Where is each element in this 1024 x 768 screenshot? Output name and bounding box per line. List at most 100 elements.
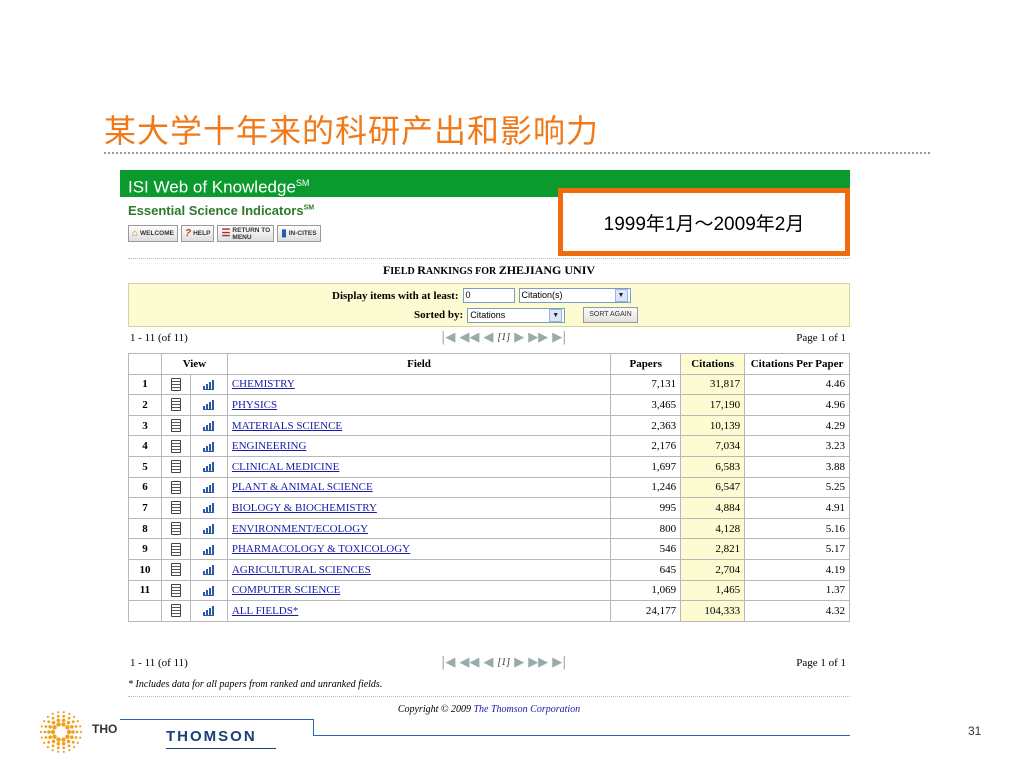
view-chart-cell[interactable] <box>189 435 228 457</box>
view-chart-cell[interactable] <box>189 394 228 416</box>
document-icon[interactable] <box>170 522 181 536</box>
view-document-cell[interactable] <box>160 497 191 519</box>
view-chart-cell[interactable] <box>189 579 228 602</box>
prev-page-icon[interactable]: ◀ <box>483 655 493 670</box>
field-link[interactable]: PHARMACOLOGY & TOXICOLOGY <box>232 543 410 555</box>
view-chart-cell[interactable] <box>189 538 228 560</box>
table-row: 8 ENVIRONMENT/ECOLOGY 800 4,128 5.16 <box>128 517 850 540</box>
book-icon: ▮ <box>281 227 287 239</box>
view-document-cell[interactable] <box>160 579 191 602</box>
view-document-cell[interactable] <box>160 517 191 540</box>
thomson-sun-logo-icon <box>39 711 83 753</box>
bar-chart-icon[interactable] <box>203 585 215 596</box>
view-chart-cell[interactable] <box>189 373 228 396</box>
min-citations-input[interactable]: 0 <box>462 288 515 303</box>
field-cell: BIOLOGY & BIOCHEMISTRY <box>226 497 612 519</box>
cpp-header[interactable]: Citations Per Paper <box>744 353 850 375</box>
in-cites-button[interactable]: ▮ IN-CITES <box>277 225 321 242</box>
view-chart-cell[interactable] <box>189 558 228 581</box>
last-page-icon[interactable]: ▶| <box>552 330 566 345</box>
help-button[interactable]: ? HELP <box>181 225 215 242</box>
prev-fast-icon[interactable]: ◀◀ <box>459 330 479 345</box>
chevron-down-icon: ▼ <box>549 308 563 322</box>
field-link[interactable]: CHEMISTRY <box>232 378 295 390</box>
view-chart-cell[interactable] <box>189 517 228 540</box>
view-document-cell[interactable] <box>160 414 191 437</box>
document-icon[interactable] <box>170 604 181 618</box>
bar-chart-icon[interactable] <box>203 606 215 617</box>
welcome-button[interactable]: ⌂ WELCOME <box>128 225 178 242</box>
view-document-cell[interactable] <box>160 600 191 622</box>
citation-unit-select[interactable]: Citation(s) ▼ <box>518 288 631 303</box>
heading-ankings: ANKINGS FOR <box>425 266 499 277</box>
next-page-icon[interactable]: ▶ <box>514 655 524 670</box>
field-link[interactable]: COMPUTER SCIENCE <box>232 584 341 596</box>
field-link[interactable]: BIOLOGY & BIOCHEMISTRY <box>232 502 377 514</box>
sort-again-button[interactable]: SORT AGAIN <box>583 307 638 323</box>
last-page-icon[interactable]: ▶| <box>552 655 566 670</box>
bar-chart-icon[interactable] <box>203 565 215 576</box>
prev-fast-icon[interactable]: ◀◀ <box>459 655 479 670</box>
field-cell: ALL FIELDS* <box>226 600 612 622</box>
field-link[interactable]: MATERIALS SCIENCE <box>232 420 342 432</box>
document-icon[interactable] <box>170 563 181 577</box>
view-document-cell[interactable] <box>160 476 191 499</box>
document-icon[interactable] <box>170 439 181 453</box>
view-document-cell[interactable] <box>160 435 191 457</box>
next-fast-icon[interactable]: ▶▶ <box>528 655 548 670</box>
bar-chart-icon[interactable] <box>203 524 215 535</box>
first-page-icon[interactable]: |◀ <box>441 655 455 670</box>
chevron-down-icon: ▼ <box>614 289 628 302</box>
view-chart-cell[interactable] <box>189 497 228 519</box>
field-link[interactable]: PLANT & ANIMAL SCIENCE <box>232 481 373 493</box>
field-link[interactable]: AGRICULTURAL SCIENCES <box>232 564 371 576</box>
field-link[interactable]: ALL FIELDS* <box>232 605 299 617</box>
document-icon[interactable] <box>170 583 181 597</box>
document-icon[interactable] <box>170 542 181 556</box>
view-document-cell[interactable] <box>160 373 191 396</box>
view-document-cell[interactable] <box>160 538 191 560</box>
document-icon[interactable] <box>170 480 181 494</box>
sort-select[interactable]: Citations ▼ <box>467 307 566 323</box>
pager-controls: |◀ ◀◀ ◀ [1] ▶ ▶▶ ▶| <box>441 330 567 345</box>
document-icon[interactable] <box>170 419 181 433</box>
citations-header[interactable]: Citations <box>680 353 746 375</box>
field-link[interactable]: CLINICAL MEDICINE <box>232 461 339 473</box>
bar-chart-icon[interactable] <box>203 503 215 514</box>
view-chart-cell[interactable] <box>189 414 228 437</box>
bar-chart-icon[interactable] <box>203 441 215 452</box>
thomson-link[interactable]: The Thomson Corporation <box>473 704 580 715</box>
bar-chart-icon[interactable] <box>203 421 215 432</box>
field-link[interactable]: ENGINEERING <box>232 440 307 452</box>
document-icon[interactable] <box>170 398 181 412</box>
view-document-cell[interactable] <box>160 394 191 416</box>
field-link[interactable]: PHYSICS <box>232 399 277 411</box>
next-fast-icon[interactable]: ▶▶ <box>528 330 548 345</box>
view-document-cell[interactable] <box>160 558 191 581</box>
bar-chart-icon[interactable] <box>203 462 215 473</box>
view-chart-cell[interactable] <box>189 600 228 622</box>
document-icon[interactable] <box>170 377 181 391</box>
view-chart-cell[interactable] <box>189 455 228 478</box>
view-chart-cell[interactable] <box>189 476 228 499</box>
field-rankings-heading: FIELD RANKINGS FOR ZHEJIANG UNIV <box>128 263 850 278</box>
table-row: 1 CHEMISTRY 7,131 31,817 4.46 <box>128 373 850 396</box>
first-page-icon[interactable]: |◀ <box>441 330 455 345</box>
document-icon[interactable] <box>170 501 181 515</box>
citations-cell: 7,034 <box>680 435 746 457</box>
page-indicator-bottom: Page 1 of 1 <box>796 657 846 669</box>
prev-page-icon[interactable]: ◀ <box>483 330 493 345</box>
papers-header[interactable]: Papers <box>610 353 682 375</box>
page-indicator: Page 1 of 1 <box>796 332 846 344</box>
return-to-menu-button[interactable]: ☰ RETURN TO MENU <box>217 225 275 242</box>
current-page: [1] <box>497 332 511 343</box>
bar-chart-icon[interactable] <box>203 482 215 493</box>
bar-chart-icon[interactable] <box>203 400 215 411</box>
document-icon[interactable] <box>170 460 181 474</box>
bar-chart-icon[interactable] <box>203 544 215 555</box>
next-page-icon[interactable]: ▶ <box>514 330 524 345</box>
view-document-cell[interactable] <box>160 455 191 478</box>
field-link[interactable]: ENVIRONMENT/ECOLOGY <box>232 523 368 535</box>
bar-chart-icon[interactable] <box>203 379 215 390</box>
date-range-callout: 1999年1月～2009年2月 <box>558 188 850 256</box>
